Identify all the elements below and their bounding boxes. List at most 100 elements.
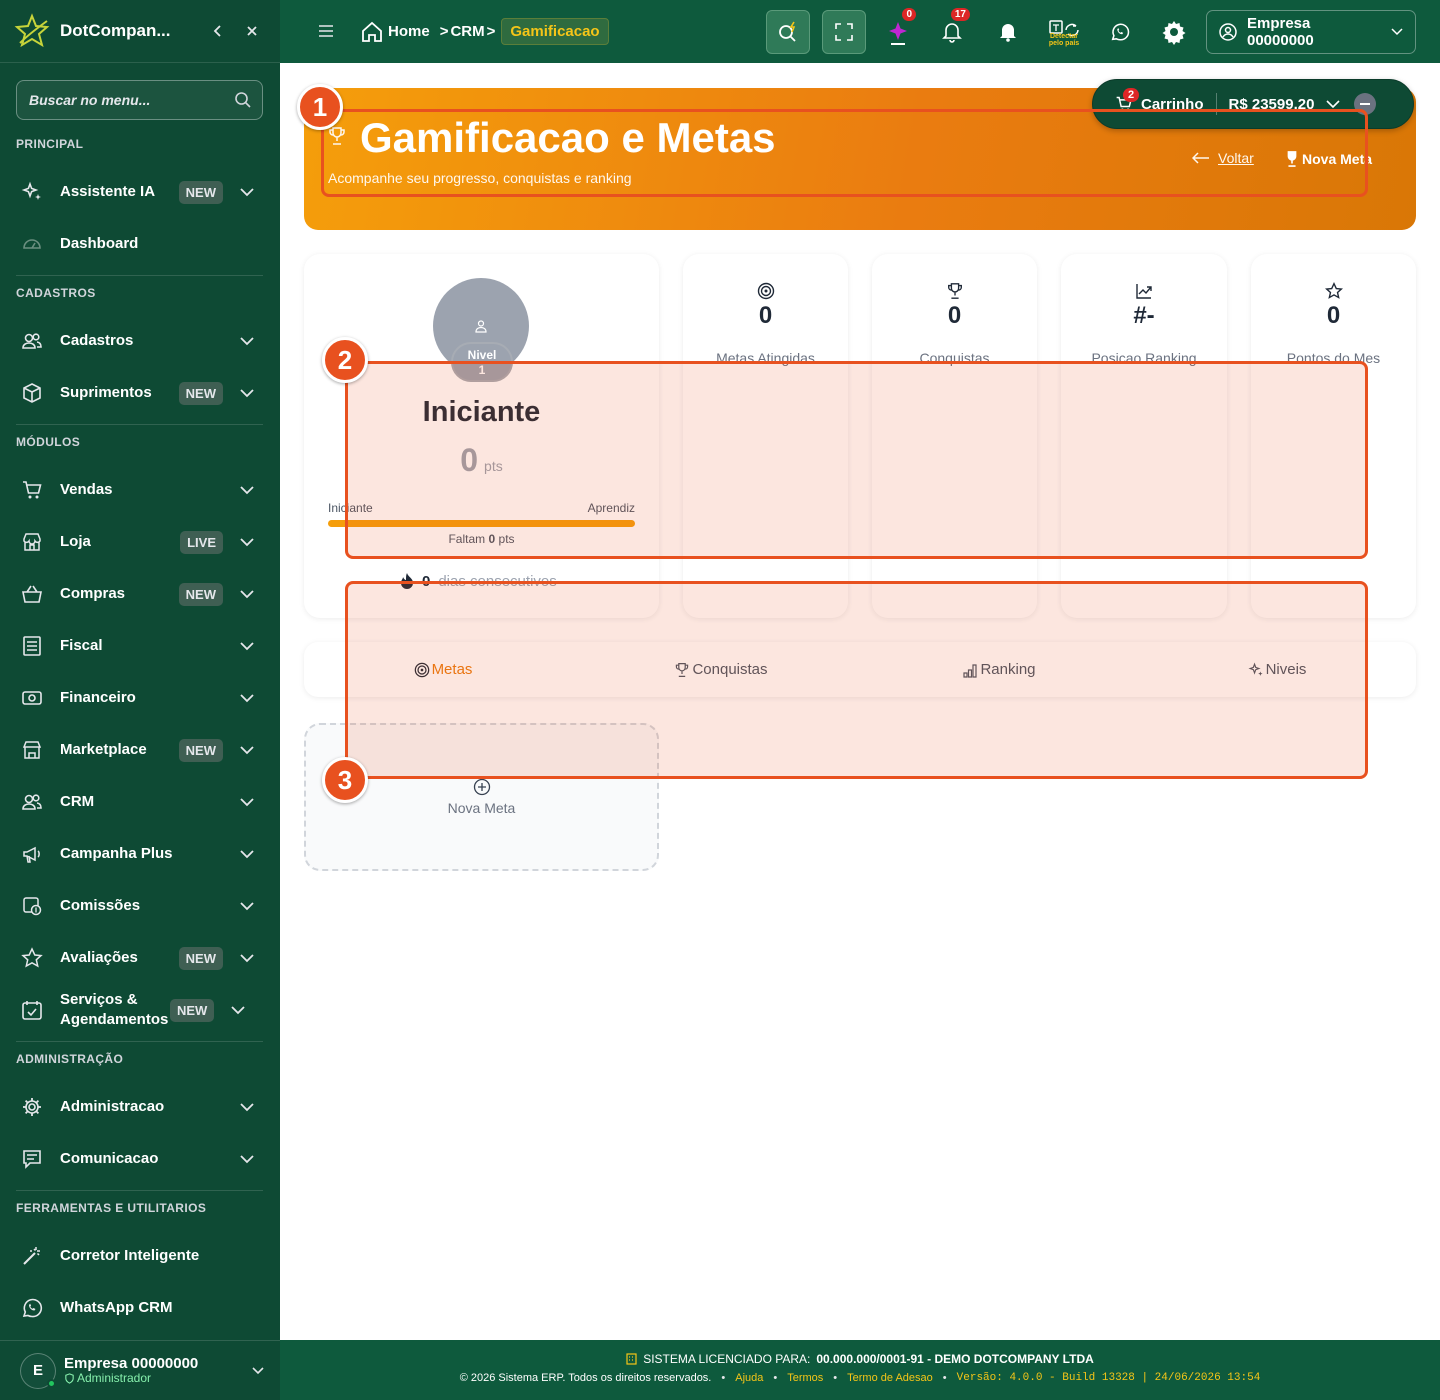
sidebar-item-comissoes[interactable]: Comissões [16,884,263,928]
chevron-down-icon [235,1095,259,1119]
store-icon [20,530,44,554]
help-link[interactable]: Ajuda [735,1372,763,1384]
sidebar-item-suprimentos[interactable]: Suprimentos NEW [16,371,263,415]
sidebar-item-administracao[interactable]: Administracao [16,1085,263,1129]
sidebar-item-fiscal[interactable]: Fiscal [16,624,263,668]
company-selector[interactable]: Empresa 00000000 [1206,10,1416,54]
bullet: • [721,1372,726,1384]
quick-search-button[interactable] [766,10,810,54]
bell-icon [942,21,962,43]
chevron-down-icon [235,381,259,405]
gear-icon [20,1095,44,1119]
chevron-down-icon [235,1147,259,1171]
alerts-button[interactable] [986,10,1030,54]
license-line: SISTEMA LICENCIADO PARA: 00.000.000/0001… [280,1352,1440,1366]
box-icon [20,381,44,405]
menu-search-input[interactable] [29,92,234,108]
sidebar-header: DotCompan... [0,0,280,63]
gauge-icon [20,232,44,256]
whatsapp-button[interactable] [1098,10,1142,54]
menu-search [16,80,263,120]
new-badge: NEW [178,381,223,405]
user-role: Administrador [64,1372,252,1385]
sidebar-item-corretor-inteligente[interactable]: Corretor Inteligente [16,1234,263,1278]
sparkle-icon [886,18,910,46]
building-icon [626,1353,637,1365]
trophy-icon [872,282,1037,300]
sidebar-item-compras[interactable]: Compras NEW [16,572,263,616]
collapse-sidebar-button[interactable] [204,17,232,45]
close-sidebar-button[interactable] [238,17,266,45]
new-badge: NEW [178,180,223,204]
sidebar-item-campanha-plus[interactable]: Campanha Plus [16,832,263,876]
sidebar-item-avaliacoes[interactable]: Avaliações NEW [16,936,263,980]
user-icon [474,319,488,333]
trend-up-icon [1061,282,1227,300]
sparkles-icon [20,180,44,204]
megaphone-icon [20,842,44,866]
search-icon[interactable] [234,91,252,109]
chevron-down-icon [235,686,259,710]
footer-links: © 2026 Sistema ERP. Todos os direitos re… [280,1372,1440,1384]
ai-assistant-button[interactable]: 0 [876,8,920,54]
callout-marker-2: 2 [322,337,368,383]
chevron-down-icon [252,1366,264,1375]
section-modulos: MÓDULOS [16,435,81,449]
online-status-dot [47,1378,56,1388]
marketplace-icon [20,738,44,762]
sidebar-user[interactable]: E Empresa 00000000 Administrador [0,1340,280,1400]
breadcrumb-crm[interactable]: CRM [450,23,484,40]
version-info: Versão: 4.0.0 - Build 13328 | 24/06/2026… [956,1372,1261,1384]
chevron-down-icon[interactable] [1326,99,1340,109]
sidebar-item-comunicacao[interactable]: Comunicacao [16,1137,263,1181]
callout-marker-3: 3 [322,757,368,803]
chevron-down-icon [235,738,259,762]
sidebar-divider [16,1190,263,1191]
chevron-down-icon [235,329,259,353]
main-content: Gamificacao e Metas Acompanhe seu progre… [280,63,1440,1340]
chevron-down-icon [1391,28,1403,36]
hamburger-menu-icon[interactable] [316,20,336,42]
chevron-down-icon [235,946,259,970]
sidebar-item-financeiro[interactable]: Financeiro [16,676,263,720]
terms-link[interactable]: Termos [787,1372,823,1384]
home-icon[interactable] [360,20,384,44]
chevron-down-icon [235,478,259,502]
plus-circle-icon [473,778,491,796]
money-icon [20,686,44,710]
sidebar-item-servicos-agendamentos[interactable]: Serviços & Agendamentos NEW [16,988,263,1032]
gear-icon [1160,18,1188,46]
sidebar-item-vendas[interactable]: Vendas [16,468,263,512]
chevron-down-icon [235,582,259,606]
settings-button[interactable] [1152,10,1196,54]
sidebar-divider [16,1041,263,1042]
fullscreen-button[interactable] [822,10,866,54]
breadcrumb-home[interactable]: Home [388,23,430,40]
new-badge: NEW [178,582,223,606]
magic-wand-icon [20,1244,44,1268]
sidebar-item-crm[interactable]: CRM [16,780,263,824]
sidebar: DotCompan... PRINCIPAL Assistente IA NEW… [0,0,280,1400]
user-circle-icon [1219,23,1237,41]
sidebar-item-whatsapp-crm[interactable]: WhatsApp CRM [16,1286,263,1330]
company-name: Empresa 00000000 [1247,15,1314,49]
notifications-button[interactable]: 17 [930,8,974,54]
users-icon [20,329,44,353]
message-icon [20,1147,44,1171]
detect-country-button[interactable]: Detectar pelo país [1042,10,1086,54]
chevron-down-icon [235,530,259,554]
stat-value: #- [1133,302,1155,329]
sidebar-item-assistente-ia[interactable]: Assistente IA NEW [16,170,263,214]
stat-value: 0 [947,302,962,329]
sidebar-item-marketplace[interactable]: Marketplace NEW [16,728,263,772]
sidebar-item-dashboard[interactable]: Dashboard [16,222,263,266]
sidebar-item-loja[interactable]: Loja LIVE [16,520,263,564]
section-cadastros: CADASTROS [16,286,96,300]
adhesion-terms-link[interactable]: Termo de Adesao [847,1372,933,1384]
copyright: © 2026 Sistema ERP. Todos os direitos re… [459,1372,712,1384]
live-badge: LIVE [180,530,223,554]
sidebar-item-cadastros[interactable]: Cadastros [16,319,263,363]
chevron-down-icon [235,180,259,204]
section-administracao: ADMINISTRAÇÃO [16,1052,124,1066]
breadcrumb-separator: > [486,23,496,40]
